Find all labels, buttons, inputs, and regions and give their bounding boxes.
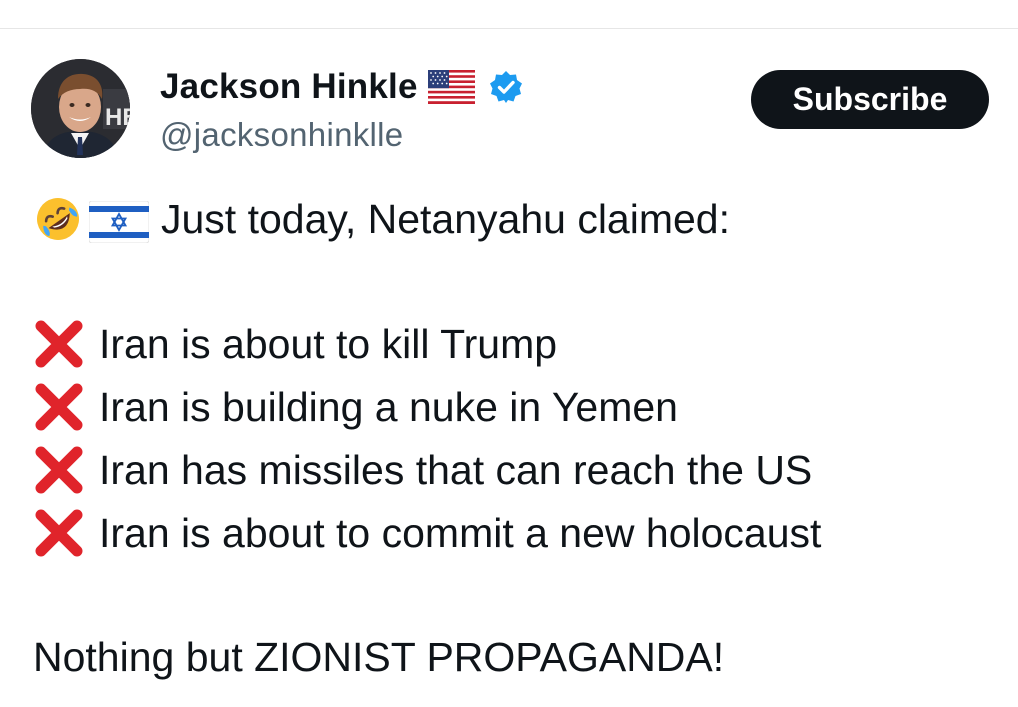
claim-item: Iran has missiles that can reach the US	[33, 438, 1003, 501]
claim-item: Iran is about to commit a new holocaust	[33, 501, 1003, 564]
cross-mark-icon	[31, 379, 87, 435]
user-info: Jackson Hinkle @jacksonhinklle	[160, 64, 523, 154]
name-row: Jackson Hinkle	[160, 64, 523, 110]
closing-line: Nothing but ZIONIST PROPAGANDA!	[33, 626, 1003, 688]
claim-text: Iran is about to kill Trump	[99, 320, 558, 367]
claim-item: Iran is about to kill Trump	[33, 312, 1003, 375]
subscribe-button[interactable]: Subscribe	[751, 70, 989, 129]
top-divider	[0, 28, 1018, 29]
avatar-logo-text: HB	[105, 104, 130, 131]
user-handle[interactable]: @jacksonhinklle	[160, 116, 523, 154]
cross-mark-icon	[31, 442, 87, 498]
avatar-image: HB	[31, 59, 130, 158]
avatar[interactable]: HB	[31, 59, 130, 158]
intro-line: Just today, Netanyahu claimed:	[33, 188, 1003, 250]
tweet-text: Just today, Netanyahu claimed: Iran is a…	[33, 188, 1003, 688]
claim-text: Iran is building a nuke in Yemen	[99, 383, 678, 430]
claim-text: Iran is about to commit a new holocaust	[99, 509, 822, 556]
display-name[interactable]: Jackson Hinkle	[160, 67, 418, 107]
claim-text: Iran has missiles that can reach the US	[99, 446, 813, 493]
rofl-emoji-icon	[33, 194, 83, 244]
tweet-card: HB Jackson Hinkle	[0, 0, 1018, 707]
closing-text: Nothing but ZIONIST PROPAGANDA!	[33, 634, 725, 680]
israel-flag-icon	[88, 198, 150, 244]
claim-list: Iran is about to kill Trump Iran is buil…	[33, 312, 1003, 564]
intro-text: Just today, Netanyahu claimed:	[161, 196, 730, 242]
verified-badge-icon[interactable]	[489, 70, 523, 104]
us-flag-icon	[427, 70, 475, 104]
cross-mark-icon	[31, 316, 87, 372]
claim-item: Iran is building a nuke in Yemen	[33, 375, 1003, 438]
cross-mark-icon	[31, 505, 87, 561]
